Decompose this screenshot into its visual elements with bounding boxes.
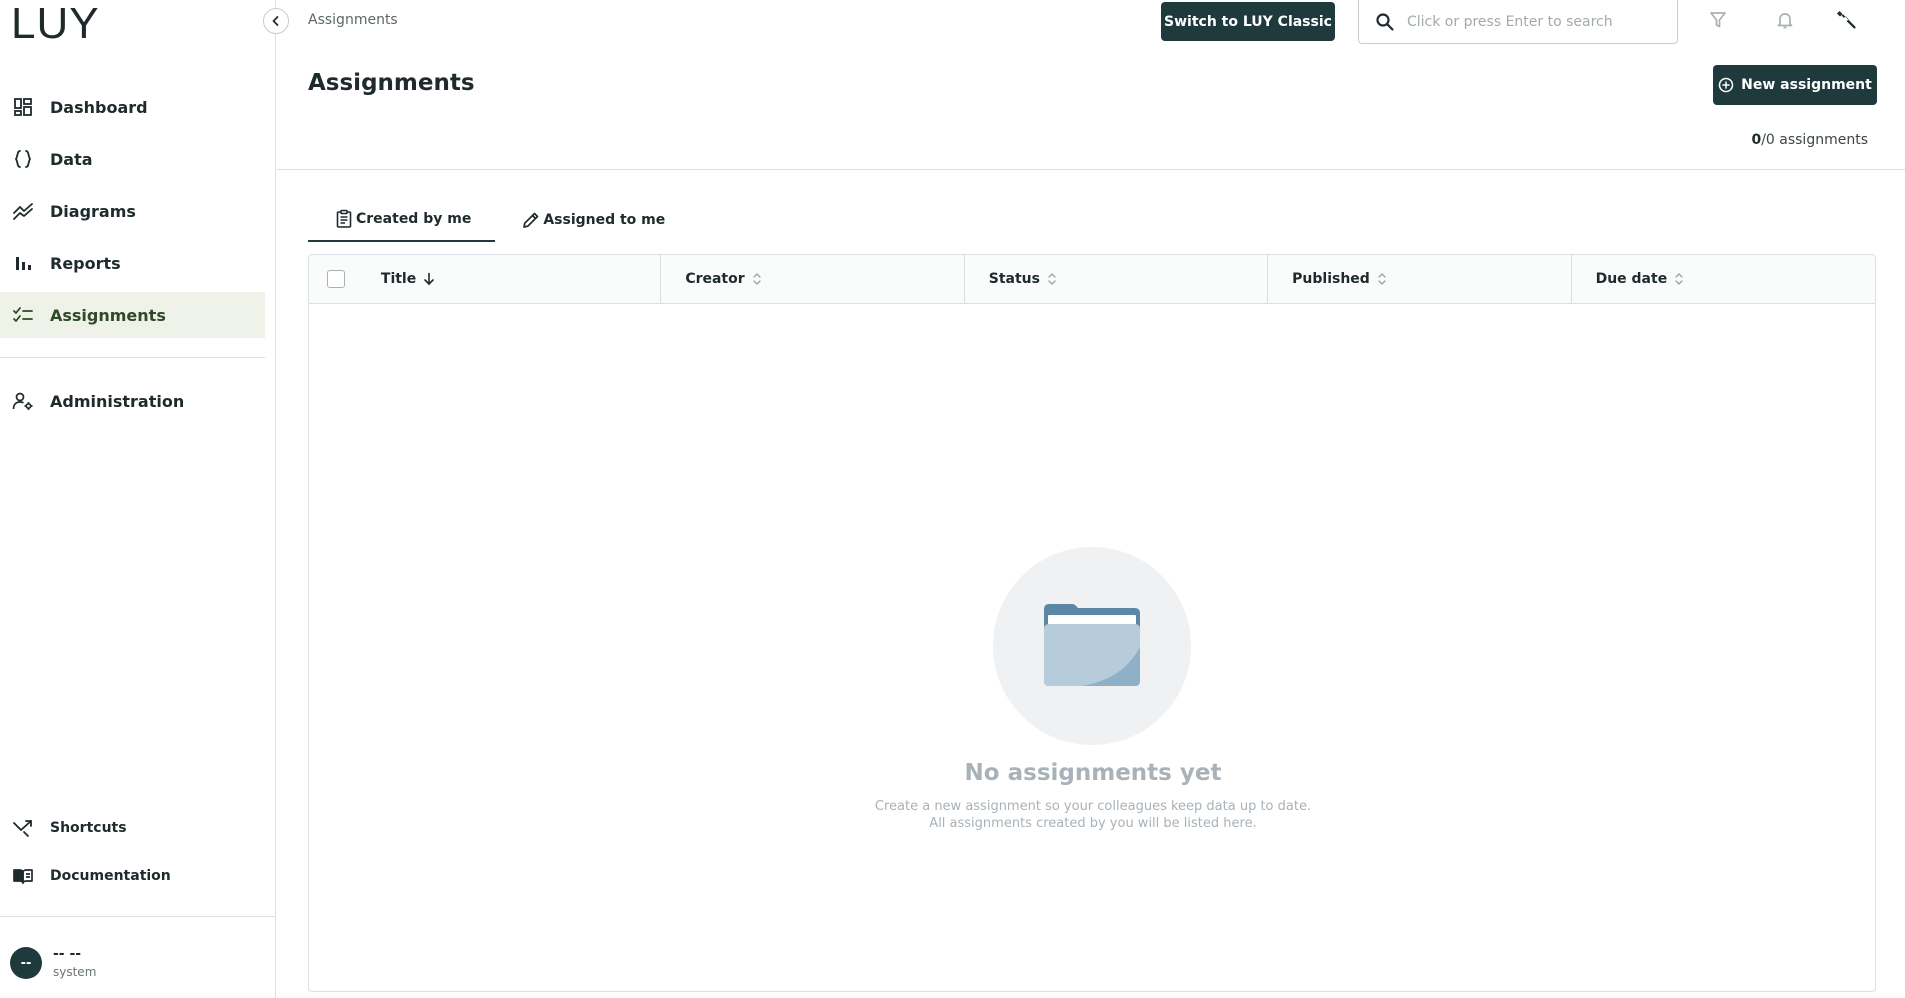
main-nav: Dashboard Data Diagrams Reports Assignme… [0,84,265,344]
folder-icon [1042,601,1142,691]
sidebar-item-label: Assignments [50,305,166,325]
sidebar-item-documentation[interactable]: Documentation [0,856,265,896]
bell-icon [1775,10,1795,34]
sort-icon [1377,272,1387,286]
book-icon [12,865,34,887]
sidebar-item-administration[interactable]: Administration [0,378,265,424]
sidebar-item-label: Shortcuts [50,820,127,836]
sidebar-divider [0,357,265,358]
admin-nav: Administration [0,378,265,430]
tab-assigned-to-me[interactable]: Assigned to me [495,198,689,242]
luy-logo[interactable]: LUY [11,2,100,46]
clipboard-icon [334,209,354,229]
sort-icon [1047,272,1057,286]
sidebar-item-label: Diagrams [50,201,136,221]
column-label: Due date [1595,271,1668,287]
trend-line-icon [12,200,34,222]
select-all-checkbox[interactable] [326,270,345,288]
sidebar-item-shortcuts[interactable]: Shortcuts [0,808,265,848]
user-profile[interactable]: -- -- -- system [10,946,96,980]
column-label: Status [988,271,1040,287]
user-name: -- -- [53,946,82,962]
empty-title: No assignments yet [964,760,1222,786]
sidebar-item-label: Documentation [50,868,171,884]
bottom-nav: Shortcuts Documentation [0,808,265,904]
empty-description: Create a new assignment so your colleagu… [309,798,1875,832]
column-label: Creator [685,271,745,287]
column-header-creator[interactable]: Creator [661,255,965,303]
assignment-count: 0/0 assignments [1751,132,1868,148]
column-header-published[interactable]: Published [1268,255,1572,303]
braces-icon [12,148,34,170]
bar-chart-icon [12,252,34,274]
checklist-icon [12,304,34,326]
sidebar-item-label: Administration [50,391,185,411]
settings-button[interactable] [1834,10,1858,34]
sort-icon [752,272,762,286]
logo-text: LUY [11,0,100,48]
arrow-down-icon [423,272,435,286]
plus-circle-icon [1718,77,1734,93]
assignments-table: Title Creator Status Published Due date [308,254,1876,992]
count-shown: 0 [1751,132,1762,148]
sidebar-item-diagrams[interactable]: Diagrams [0,188,265,234]
chevron-left-icon [270,12,282,31]
column-header-title[interactable]: Title [363,255,662,303]
select-all-cell [309,255,363,303]
shortcut-arrow-icon [12,817,34,839]
sidebar-item-label: Reports [50,253,121,273]
filter-button[interactable] [1706,10,1730,34]
sidebar-item-reports[interactable]: Reports [0,240,265,286]
new-assignment-button[interactable]: New assignment [1713,65,1877,105]
sort-icon [1674,272,1684,286]
header-divider [277,169,1905,170]
user-gear-icon [12,390,34,412]
sidebar-item-label: Dashboard [50,97,148,117]
table-header: Title Creator Status Published Due date [309,255,1875,304]
switch-classic-button[interactable]: Switch to LUY Classic [1161,2,1335,41]
sidebar-item-label: Data [50,149,93,169]
count-rest: /0 assignments [1761,132,1868,148]
search-box[interactable] [1358,0,1678,44]
wrench-icon [1835,9,1857,35]
avatar: -- [10,947,42,979]
column-header-status[interactable]: Status [965,255,1269,303]
column-label: Published [1292,271,1370,287]
page-title: Assignments [308,70,475,96]
sidebar-item-dashboard[interactable]: Dashboard [0,84,265,130]
empty-illustration [993,547,1191,745]
dashboard-icon [12,96,34,118]
sidebar-item-assignments[interactable]: Assignments [0,292,265,338]
pencil-icon [521,210,541,230]
sidebar-item-data[interactable]: Data [0,136,265,182]
empty-description-line: Create a new assignment so your colleagu… [874,799,1312,814]
search-icon [1375,12,1395,32]
column-label: Title [380,271,417,287]
user-role: system [53,965,97,979]
tab-created-by-me[interactable]: Created by me [308,198,496,242]
new-assignment-label: New assignment [1741,77,1872,93]
column-header-due-date[interactable]: Due date [1572,255,1875,303]
sidebar: LUY Dashboard Data Diagrams Reports Assi… [0,0,276,998]
notifications-button[interactable] [1773,10,1797,34]
tab-bar: Created by me Assigned to me [308,198,689,242]
user-text: -- -- system [53,946,96,980]
search-input[interactable] [1407,13,1667,30]
sidebar-collapse-button[interactable] [263,8,289,34]
filter-icon [1708,10,1728,34]
tab-label: Created by me [356,211,472,227]
empty-state: No assignments yet Create a new assignme… [309,304,1875,991]
sidebar-bottom-divider [0,916,276,917]
empty-description-line: All assignments created by you will be l… [929,816,1257,831]
breadcrumb[interactable]: Assignments [308,12,398,28]
tab-label: Assigned to me [543,212,666,228]
